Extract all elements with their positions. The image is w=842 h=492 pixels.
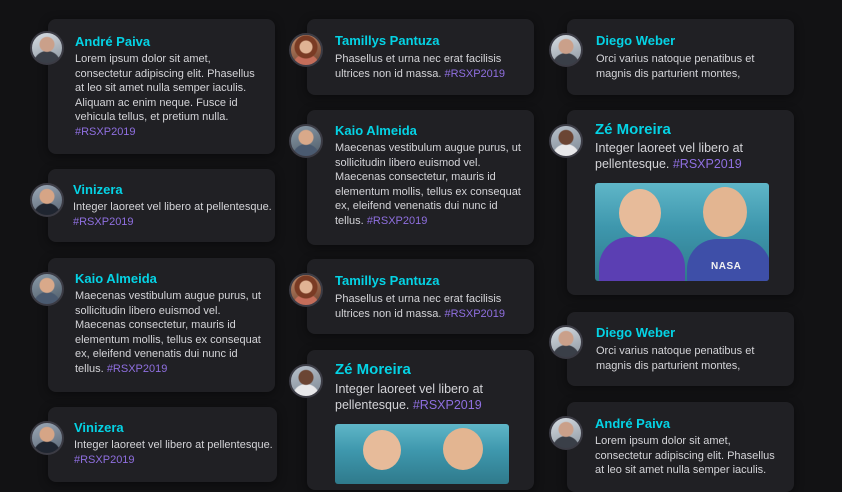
post-text: Orci varius natoque penatibus et magnis … (596, 53, 755, 80)
author-name[interactable]: Zé Moreira (595, 121, 671, 139)
avatar[interactable] (289, 124, 323, 158)
post-photo[interactable] (335, 424, 509, 484)
hashtag[interactable]: #RSXP2019 (367, 215, 428, 227)
hashtag[interactable]: #RSXP2019 (444, 308, 505, 320)
post-text: Phasellus et urna nec erat facilisis ult… (335, 293, 505, 320)
post-text: Orci varius natoque penatibus et magnis … (596, 345, 755, 372)
author-name[interactable]: Tamillys Pantuza (335, 273, 440, 289)
hashtag[interactable]: #RSXP2019 (444, 68, 505, 80)
post-text: Integer laoreet vel libero at pellentesq… (595, 141, 744, 171)
author-name[interactable]: Tamillys Pantuza (335, 33, 440, 49)
person-head (619, 189, 661, 237)
avatar[interactable] (549, 124, 583, 158)
author-name[interactable]: Vinizera (73, 182, 123, 198)
avatar[interactable] (549, 33, 583, 67)
hashtag[interactable]: #RSXP2019 (75, 126, 136, 138)
author-name[interactable]: Kaio Almeida (75, 271, 157, 287)
avatar[interactable] (30, 421, 64, 455)
avatar[interactable] (549, 416, 583, 450)
person-head (703, 187, 747, 237)
avatar[interactable] (30, 272, 64, 306)
author-name[interactable]: Vinizera (74, 420, 124, 436)
author-name[interactable]: André Paiva (595, 416, 670, 432)
hashtag[interactable]: #RSXP2019 (73, 216, 134, 228)
post-text: Maecenas vestibulum augue purus, ut soll… (75, 290, 261, 375)
post-text: Lorem ipsum dolor sit amet, consectetur … (595, 435, 775, 477)
avatar[interactable] (549, 325, 583, 359)
post-text: Maecenas vestibulum augue purus, ut soll… (335, 142, 521, 227)
author-name[interactable]: Diego Weber (596, 33, 675, 49)
author-name[interactable]: Diego Weber (596, 325, 675, 341)
post-text: Integer laoreet vel libero at pellentesq… (74, 439, 273, 466)
person-head (443, 428, 483, 470)
hashtag[interactable]: #RSXP2019 (413, 398, 482, 412)
author-name[interactable]: André Paiva (75, 34, 150, 50)
person-shirt (599, 237, 685, 281)
post-text: Integer laoreet vel libero at pellentesq… (73, 201, 272, 228)
post-photo[interactable]: NASA (595, 183, 769, 281)
shirt-logo: NASA (711, 261, 742, 272)
post-text: Lorem ipsum dolor sit amet, consectetur … (75, 53, 255, 138)
avatar[interactable] (289, 33, 323, 67)
hashtag[interactable]: #RSXP2019 (673, 157, 742, 171)
avatar[interactable] (30, 183, 64, 217)
avatar[interactable] (30, 31, 64, 65)
person-shirt (687, 239, 769, 281)
person-head (363, 430, 401, 470)
author-name[interactable]: Kaio Almeida (335, 123, 417, 139)
hashtag[interactable]: #RSXP2019 (107, 363, 168, 375)
post-text: Phasellus et urna nec erat facilisis ult… (335, 53, 505, 80)
author-name[interactable]: Zé Moreira (335, 361, 411, 379)
hashtag[interactable]: #RSXP2019 (74, 454, 135, 466)
avatar[interactable] (289, 273, 323, 307)
post-text: Integer laoreet vel libero at pellentesq… (335, 382, 484, 412)
avatar[interactable] (289, 364, 323, 398)
